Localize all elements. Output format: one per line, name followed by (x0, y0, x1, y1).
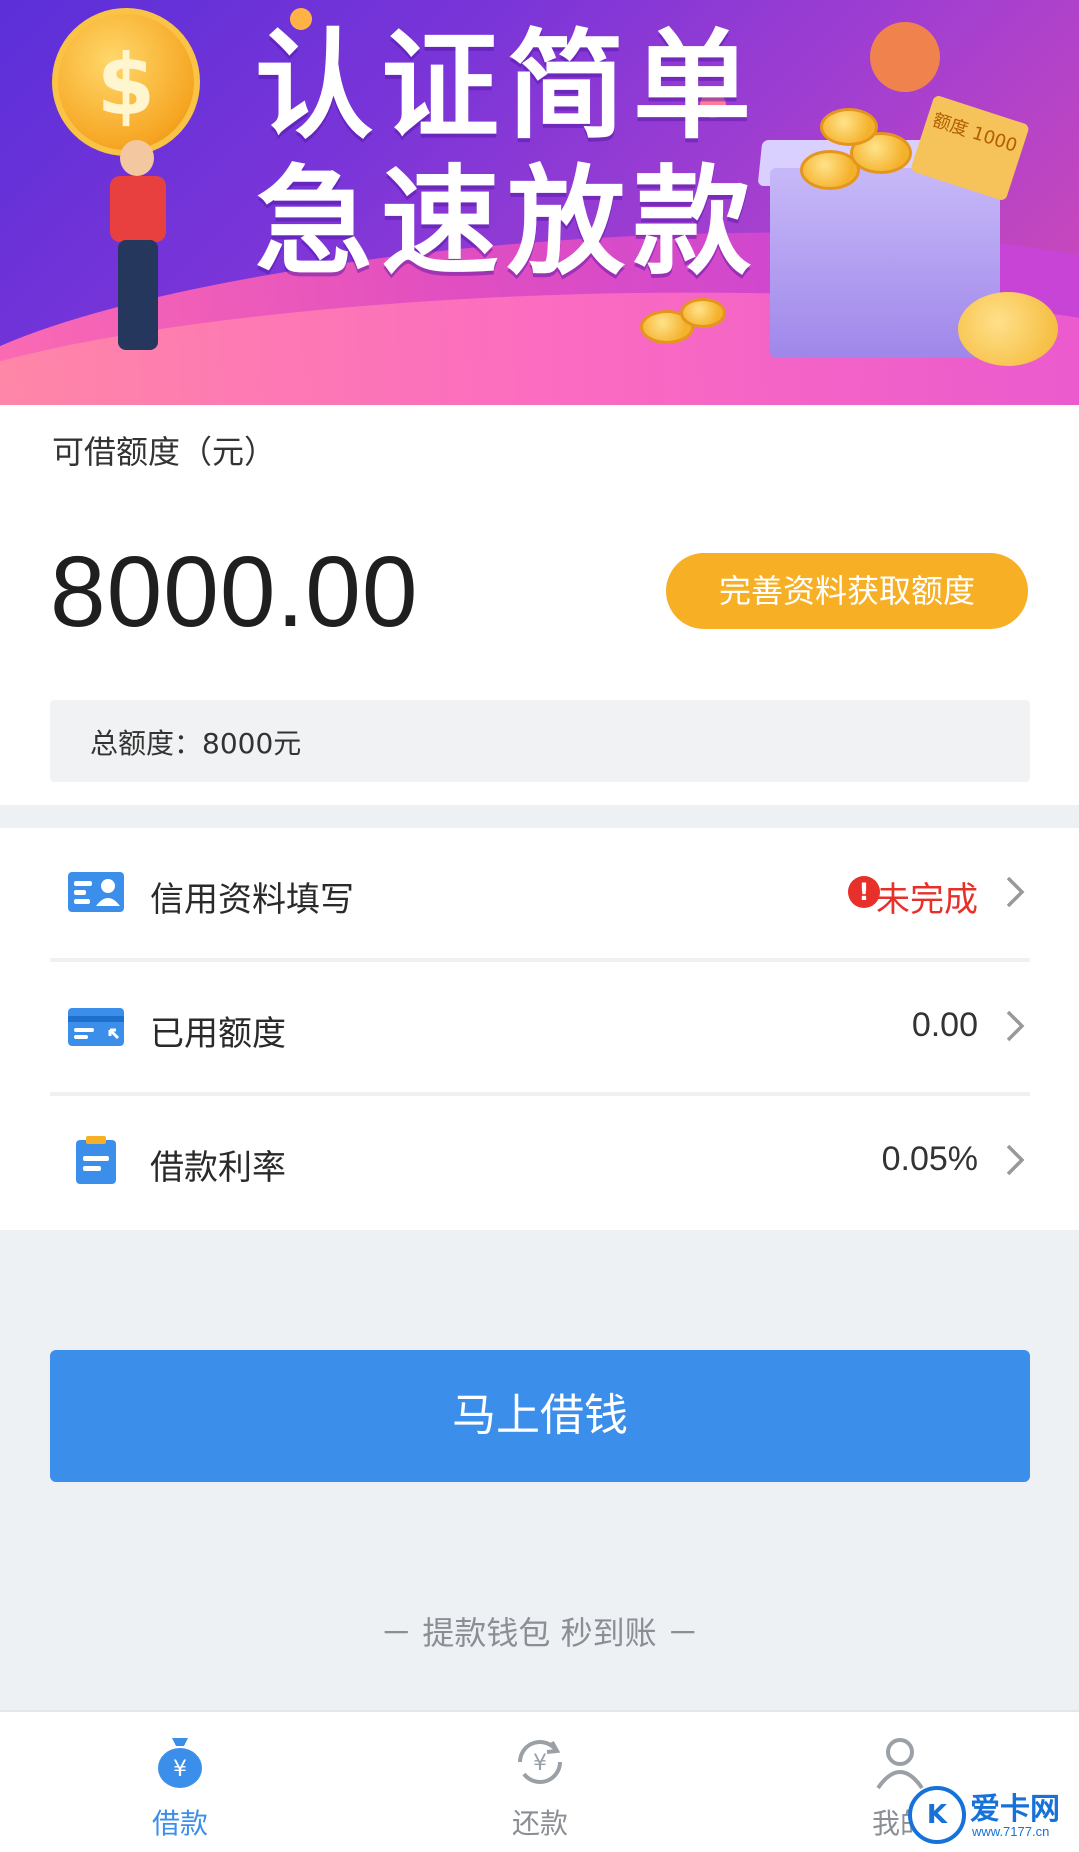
banner-line-1: 认证简单 (255, 17, 760, 155)
available-credit-amount: 8000.00 (50, 536, 419, 648)
slogan-text: － 提款钱包 秒到账 － (380, 1614, 699, 1652)
used-credit-value: 0.00 (911, 1006, 978, 1044)
tab-label: 借款 (151, 1807, 208, 1840)
money-bag-icon: ¥ (158, 1738, 202, 1788)
coin-icon: $ (52, 8, 200, 156)
list-item-used-credit[interactable]: 已用额度 0.00 (50, 962, 1030, 1092)
credit-card-icon (68, 1008, 124, 1046)
status-incomplete: 未完成 (876, 880, 978, 920)
tab-repay[interactable]: ¥ 还款 (440, 1712, 640, 1852)
total-credit-box: 总额度：8000元 (50, 700, 1030, 782)
interest-rate-value: 0.05% (881, 1140, 978, 1178)
yuan-refresh-icon: ¥ (518, 1740, 562, 1784)
watermark-name: 爱卡网 (970, 1792, 1060, 1827)
banner-title: 认证简单 急速放款 (255, 18, 759, 290)
chevron-right-icon (1006, 1144, 1025, 1176)
decor-circle (870, 22, 940, 92)
credit-panel: 可借额度（元） 8000.00 完善资料获取额度 总额度：8000元 (0, 405, 1079, 805)
watermark-url: www.7177.cn (972, 1824, 1050, 1839)
list-item-label: 已用额度 (150, 1014, 286, 1054)
watermark: K 爱卡网 www.7177.cn (908, 1780, 1079, 1852)
list-item-label: 信用资料填写 (150, 880, 354, 920)
list-item-label: 借款利率 (150, 1148, 286, 1188)
promo-banner[interactable]: $ 认证简单 急速放款 额度 1000 (0, 0, 1079, 405)
chevron-right-icon (1006, 1010, 1025, 1042)
chevron-right-icon (1006, 876, 1025, 908)
total-credit-text: 总额度：8000元 (90, 727, 302, 760)
info-list: 信用资料填写 ! 未完成 已用额度 0.00 借款利率 0.05% (0, 828, 1079, 1230)
piggy-bank-icon (958, 292, 1058, 366)
gold-coin-icon (680, 298, 726, 328)
tab-label: 还款 (511, 1807, 568, 1840)
list-item-interest-rate[interactable]: 借款利率 0.05% (50, 1096, 1030, 1226)
person-illustration (100, 140, 180, 350)
available-credit-label: 可借额度（元） (52, 433, 277, 471)
clipboard-icon (76, 1136, 116, 1184)
svg-text:¥: ¥ (533, 1751, 547, 1776)
tab-borrow[interactable]: ¥ 借款 (80, 1712, 280, 1852)
id-card-icon (68, 872, 124, 912)
banner-line-2: 急速放款 (255, 153, 760, 291)
complete-profile-button[interactable]: 完善资料获取额度 (666, 553, 1028, 629)
watermark-logo: K (908, 1786, 966, 1844)
borrow-now-button[interactable]: 马上借钱 (50, 1350, 1030, 1482)
list-item-credit-info[interactable]: 信用资料填写 ! 未完成 (50, 828, 1030, 958)
gold-coin-icon (820, 108, 878, 146)
svg-text:¥: ¥ (173, 1757, 187, 1782)
